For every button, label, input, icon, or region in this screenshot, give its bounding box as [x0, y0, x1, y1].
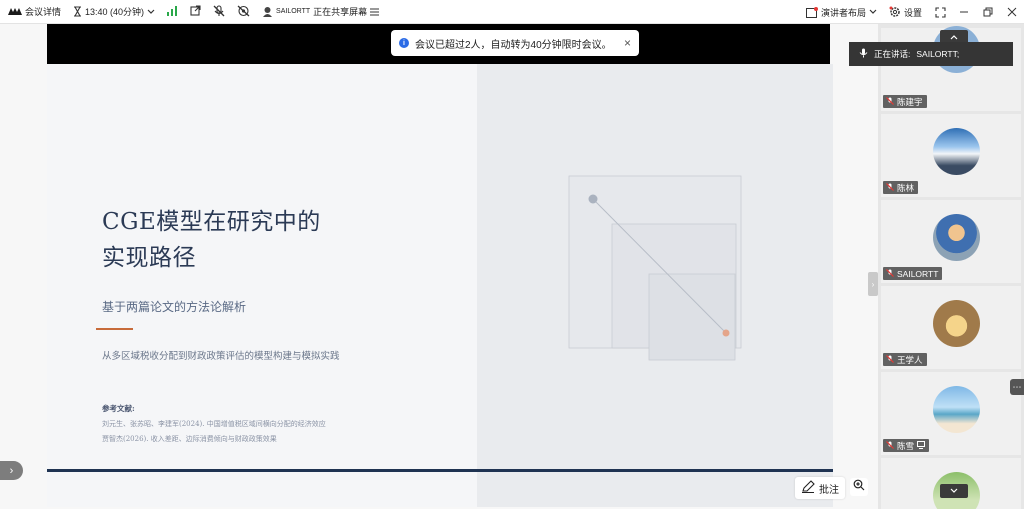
meeting-timer[interactable]: 13:40 (40分钟) — [73, 5, 155, 18]
mic-off-icon — [886, 440, 894, 451]
participant-tile[interactable]: 陈林 — [881, 114, 1021, 197]
shared-screen: CGE模型在研究中的 实现路径 基于两篇论文的方法论解析 从多区域税收分配到财政… — [0, 24, 878, 509]
screen-share-icon — [917, 440, 926, 451]
mic-off-icon — [886, 268, 894, 279]
signal-icon[interactable] — [167, 5, 178, 18]
participant-name: 陈林 — [897, 182, 915, 193]
participant-tile[interactable]: 陈雪 — [881, 372, 1021, 455]
avatar — [933, 300, 980, 347]
participant-tile[interactable]: SAILORTT — [881, 200, 1021, 283]
settings-label: 设置 — [903, 7, 922, 18]
annotate-button[interactable]: 批注 — [795, 477, 845, 499]
more-dots-icon: ⋯ — [1012, 381, 1022, 392]
participant-name-tag: 陈林 — [883, 181, 919, 194]
speaker-icon — [859, 48, 868, 60]
mic-off-icon[interactable] — [213, 4, 225, 19]
meeting-limit-notice: i 会议已超过2人，自动转为40分钟限时会议。 × — [391, 30, 639, 56]
camera-off-icon[interactable] — [237, 5, 250, 19]
participant-name-tag: 王学人 — [883, 353, 927, 366]
more-options-button[interactable]: ⋯ — [1010, 379, 1024, 395]
meeting-details-button[interactable]: 会议详情 — [8, 5, 61, 18]
presentation-slide: CGE模型在研究中的 实现路径 基于两篇论文的方法论解析 从多区域税收分配到财政… — [47, 64, 833, 507]
restore-icon[interactable] — [982, 6, 994, 18]
sharing-indicator[interactable]: SAILORTT 正在共享屏幕 — [262, 5, 380, 18]
hourglass-icon — [73, 6, 82, 17]
sharing-status: 正在共享屏幕 — [313, 7, 368, 17]
mic-off-icon — [886, 182, 894, 193]
references-heading: 参考文献: — [102, 404, 135, 413]
speaking-label: 正在讲话: — [874, 49, 911, 59]
notice-text: 会议已超过2人，自动转为40分钟限时会议。 — [415, 39, 612, 51]
slide-decorative-graphic — [568, 175, 742, 361]
top-toolbar: 会议详情 13:40 (40分钟) SAILORTT 正在共享屏幕 演讲者布局 … — [0, 0, 1024, 24]
chevron-down-icon — [869, 9, 877, 15]
mic-off-icon — [886, 354, 894, 365]
layout-icon — [805, 6, 818, 18]
fullscreen-icon[interactable] — [934, 6, 946, 18]
slide-description: 从多区域税收分配到财政政策评估的模型构建与模拟实践 — [102, 351, 340, 362]
participant-name: 陈建宇 — [897, 96, 923, 107]
minimize-icon[interactable] — [958, 6, 970, 18]
chevron-right-icon: › — [9, 464, 14, 477]
settings-button[interactable]: 设置 — [889, 6, 922, 19]
participant-name: 王学人 — [897, 354, 923, 365]
chevron-up-icon — [950, 32, 958, 42]
speaking-name: SAILORTT; — [916, 49, 960, 59]
participant-name: 陈雪 — [897, 440, 915, 451]
meeting-logo-icon — [8, 7, 22, 16]
participant-name-tag: 陈雪 — [883, 439, 930, 452]
chevron-right-icon: › — [871, 279, 875, 289]
slide-bottom-rule — [47, 469, 833, 472]
popout-icon[interactable] — [190, 5, 201, 18]
layout-button[interactable]: 演讲者布局 — [805, 6, 877, 19]
participant-name-tag: SAILORTT — [883, 267, 943, 280]
sharer-name: SAILORTT — [276, 8, 311, 15]
pen-icon — [801, 480, 815, 496]
speaking-indicator: 正在讲话: SAILORTT; — [849, 42, 1013, 66]
reference-2: 贾智杰(2026). 收入差距、边际消费倾向与财政政策效果 — [102, 435, 277, 443]
avatar — [933, 386, 980, 433]
participant-panel: 陈建宇 陈林 SAILORTT 王学人 陈雪 — [878, 24, 1024, 509]
annotate-label: 批注 — [819, 484, 839, 496]
slide-accent-line — [96, 328, 133, 330]
slide-title-line2: 实现路径 — [102, 245, 196, 271]
mic-off-icon — [886, 96, 894, 107]
zoom-icon — [853, 478, 865, 496]
layout-label: 演讲者布局 — [820, 7, 866, 18]
timer-text: 13:40 (40分钟) — [85, 7, 145, 17]
info-icon: i — [399, 38, 409, 48]
reference-1: 刘元生、张苏昭、李建军(2024). 中国增值税区域间横向分配的经济效应 — [102, 420, 326, 428]
scroll-down-button[interactable] — [940, 484, 968, 498]
avatar — [933, 214, 980, 261]
chevron-down-icon — [147, 9, 155, 15]
gear-icon — [889, 6, 901, 18]
close-icon[interactable] — [1006, 6, 1018, 18]
participant-name-tag: 陈建宇 — [883, 95, 927, 108]
slide-subtitle: 基于两篇论文的方法论解析 — [102, 300, 247, 314]
chevron-down-icon — [950, 486, 958, 496]
slide-title: CGE模型在研究中的 实现路径 — [102, 204, 321, 276]
participant-tile[interactable]: 王学人 — [881, 286, 1021, 369]
expand-left-button[interactable]: › — [0, 461, 23, 480]
zoom-button[interactable] — [850, 478, 868, 496]
meeting-details-label: 会议详情 — [25, 7, 62, 17]
slide-title-line1: CGE模型在研究中的 — [102, 209, 321, 235]
participant-name: SAILORTT — [897, 268, 939, 279]
menu-lines-icon — [370, 8, 380, 16]
close-icon[interactable]: × — [624, 36, 631, 50]
avatar — [933, 128, 980, 175]
share-icon — [262, 6, 273, 17]
panel-collapse-handle[interactable]: › — [868, 272, 878, 296]
